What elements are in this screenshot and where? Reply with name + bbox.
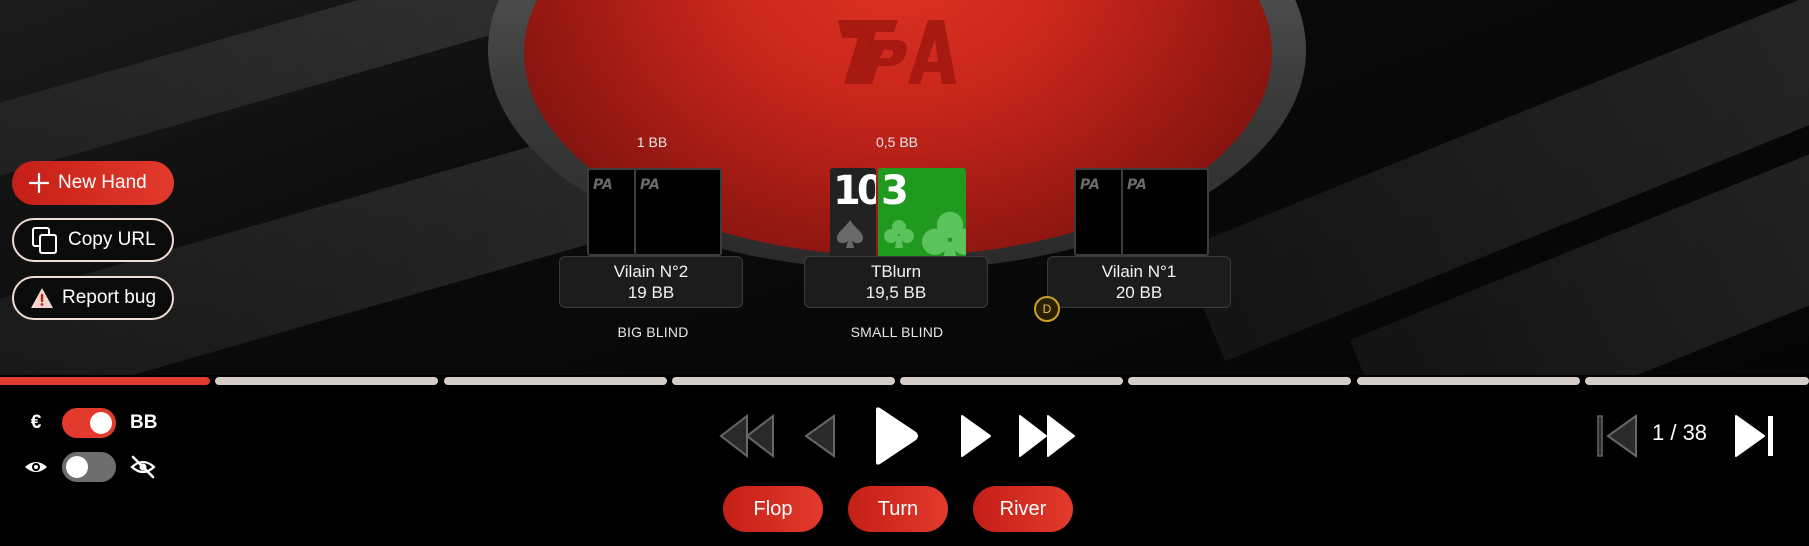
seat-vilain-1[interactable]: Vilain N°1 20 BB [1047,256,1231,308]
pa-logo-icon: PA [1127,177,1147,192]
eye-icon [25,462,47,472]
card-back: PA [1074,168,1124,256]
copy-url-button[interactable]: Copy URL [12,218,174,262]
progress-segment[interactable] [1128,377,1351,385]
progress-segment[interactable] [1585,377,1809,385]
player-name: Vilain N°1 [1101,262,1177,281]
player-name: TBlurn [870,262,922,281]
step-back-icon[interactable] [800,404,840,468]
hero-card-10-spade: 10 [830,168,876,258]
club-icon [884,220,914,248]
bb-label: BB [130,412,158,433]
pa-logo: PA [838,20,956,84]
rewind-icon[interactable] [717,404,777,468]
svg-text:PA: PA [593,177,613,192]
turn-button[interactable]: Turn [848,486,948,532]
copy-url-label: Copy URL [68,229,156,250]
eye-off-icon [130,455,156,479]
seat-hero[interactable]: TBlurn 19,5 BB [804,256,988,308]
svg-text:PA: PA [1080,177,1100,192]
progress-segment[interactable] [1357,377,1580,385]
euro-label: € [30,412,42,433]
card-back: PA [587,168,637,256]
player-name: Vilain N°2 [613,262,689,281]
new-hand-button[interactable]: New Hand [12,161,174,205]
progress-segment[interactable] [900,377,1123,385]
step-forward-icon[interactable] [956,404,996,468]
flop-button[interactable]: Flop [723,486,823,532]
svg-text:PA: PA [640,177,660,192]
report-bug-label: Report bug [62,287,157,308]
hand-progress-bar[interactable] [0,377,1809,385]
club-icon [921,211,966,258]
card-back: PA [1121,168,1209,256]
progress-segment[interactable] [444,377,667,385]
play-icon[interactable] [870,404,922,468]
seat-vilain-2[interactable]: Vilain N°2 19 BB [559,256,743,308]
pa-logo-icon: PA [1080,177,1100,192]
pa-logo-icon: PA [593,177,613,192]
progress-segment[interactable] [672,377,895,385]
position-label-big-blind: BIG BLIND [617,324,689,340]
player-stack: 19 BB [627,283,675,302]
spade-icon [837,220,863,248]
player-stack: 19,5 BB [865,283,927,302]
report-bug-button[interactable]: Report bug [12,276,174,320]
player-stack: 20 BB [1115,283,1163,302]
copy-icon [32,227,57,254]
pa-logo-icon: PA [640,177,660,192]
svg-text:PA: PA [1127,177,1147,192]
warning-icon [31,288,53,308]
bet-amount-big-blind: 1 BB [636,134,668,150]
hero-card-3-club: 3 [878,168,966,258]
toggle-knob [66,456,88,478]
position-label-small-blind: SMALL BLIND [850,324,944,340]
bet-amount-small-blind: 0,5 BB [875,134,919,150]
toggle-knob [90,412,112,434]
visibility-toggle-row [24,452,156,482]
plus-icon [28,172,50,194]
visibility-toggle[interactable] [62,452,116,482]
progress-segment-active[interactable] [0,377,210,385]
river-button[interactable]: River [973,486,1073,532]
new-hand-label: New Hand [58,172,147,193]
fast-forward-icon[interactable] [1016,404,1080,468]
bb-unit-toggle[interactable] [62,408,116,438]
skip-to-end-icon[interactable] [1730,404,1778,468]
card-back: PA [634,168,722,256]
table-area: PA 1 BB 0,5 BB PA PA 10 3 PA PA Vilain N… [0,0,1809,375]
skip-to-start-icon[interactable] [1594,404,1642,468]
dealer-button: D [1034,296,1060,322]
progress-segment[interactable] [215,377,438,385]
unit-toggle-row: € BB [24,408,158,438]
step-counter: 1 / 38 [1652,420,1708,445]
